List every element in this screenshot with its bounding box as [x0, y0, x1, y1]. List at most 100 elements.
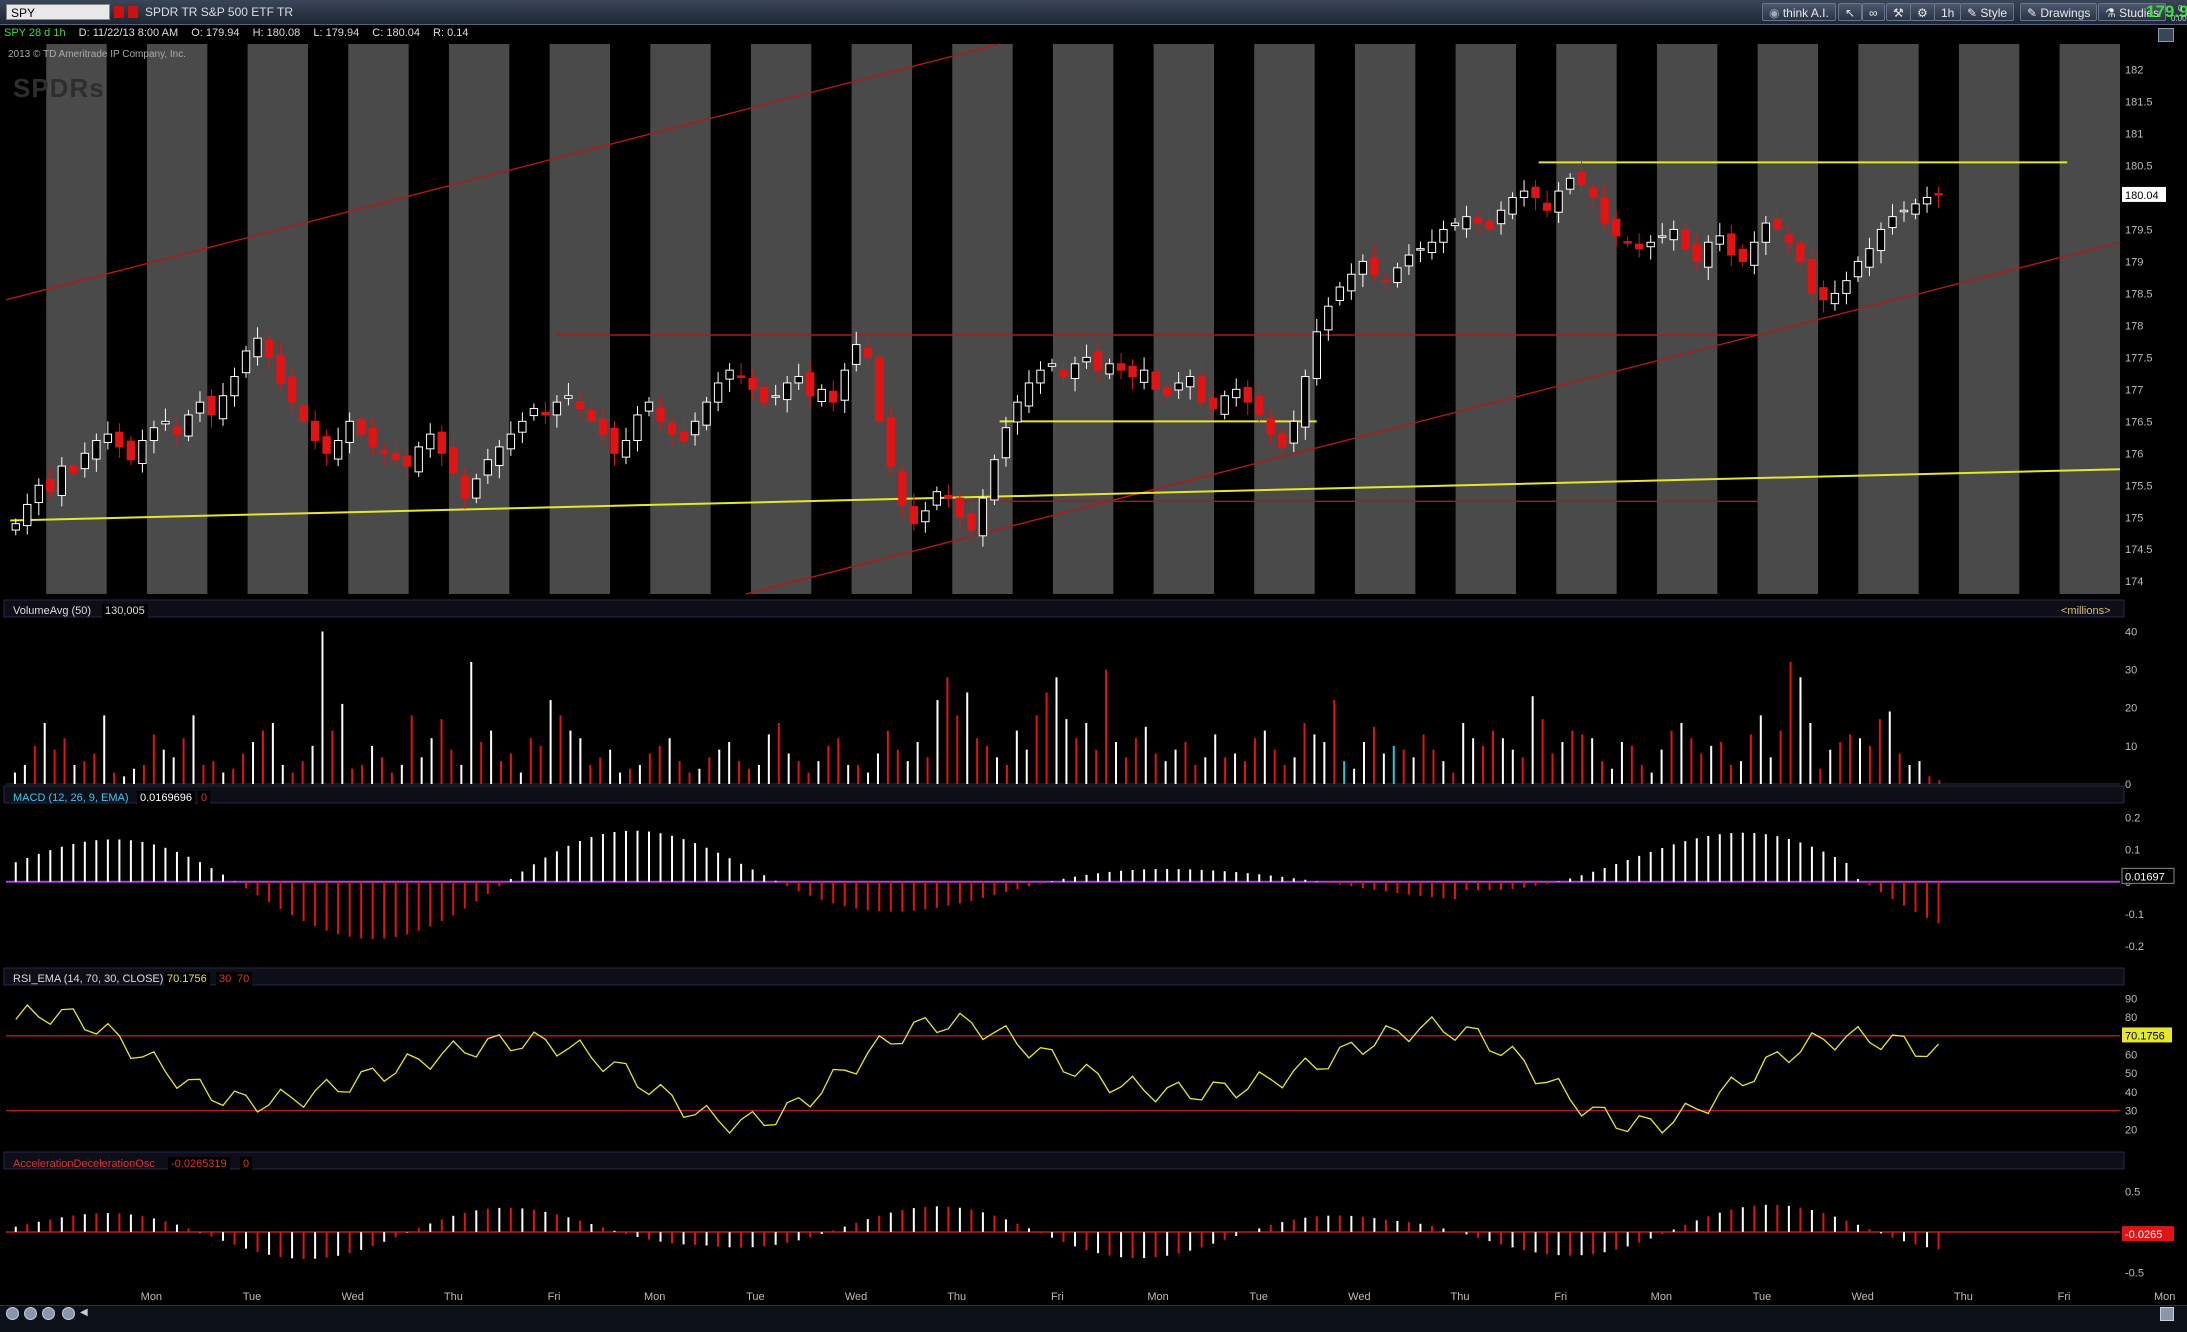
session-band — [1354, 44, 1416, 594]
candle-body — [1439, 228, 1448, 243]
rsi-study-value: 70.1756 — [164, 972, 210, 986]
candle-body — [253, 337, 262, 358]
candle-body — [1531, 186, 1540, 198]
candle-body — [725, 369, 734, 380]
volume-axis-tick: 10 — [2125, 741, 2137, 753]
price-axis-tick: 174 — [2125, 576, 2143, 588]
day-axis-label: Thu — [444, 1291, 463, 1303]
price-tag-text: 180.04 — [2125, 190, 2159, 202]
candle-body — [1312, 331, 1321, 379]
day-axis-label: Tue — [1753, 1291, 1772, 1303]
candle-body — [656, 407, 665, 422]
candle-body — [1139, 369, 1149, 383]
candle-body — [1588, 188, 1598, 198]
candle-body — [1162, 386, 1172, 397]
candle-body — [921, 510, 930, 523]
expand-icon[interactable] — [2160, 1307, 2174, 1321]
candle-body — [495, 446, 504, 466]
zoom-in-icon[interactable] — [24, 1307, 37, 1320]
chart-canvas[interactable]: 174 174.5 175 175.5 176 176.5 177 177.5 178 178.5… — [0, 0, 2187, 1331]
volume-axis-tick: 40 — [2125, 626, 2137, 638]
candle-body — [1496, 209, 1506, 225]
macd-extra-value: 0 — [198, 791, 211, 805]
candle-body — [1577, 172, 1586, 186]
candle-body — [472, 478, 481, 499]
session-band — [1153, 44, 1214, 594]
candle-body — [1105, 363, 1114, 375]
price-axis-tick: 178 — [2125, 320, 2143, 332]
candle-body — [276, 354, 285, 384]
day-axis-label: Mon — [1651, 1291, 1672, 1303]
ado-study-label[interactable]: AccelerationDecelerationOsc — [10, 1157, 158, 1171]
candle-body — [1669, 228, 1678, 241]
pan-icon[interactable] — [6, 1307, 19, 1320]
candle-body — [218, 395, 228, 420]
candle-body — [1416, 248, 1425, 251]
candle-body — [782, 382, 792, 401]
candle-body — [1853, 260, 1863, 278]
macd-study-label[interactable]: MACD (12, 26, 9, EMA) — [10, 791, 132, 805]
session-band — [46, 44, 107, 594]
candle-body — [1462, 216, 1471, 230]
candle-body — [690, 420, 700, 436]
day-axis-label: Tue — [1249, 1291, 1268, 1303]
candle-body — [1393, 267, 1402, 284]
candle-body — [1692, 244, 1701, 262]
session-band — [1052, 44, 1114, 594]
candle-body — [1473, 218, 1483, 224]
candle-body — [380, 450, 389, 454]
candle-body — [1784, 234, 1794, 243]
candle-body — [46, 479, 55, 493]
candle-body — [564, 395, 573, 399]
volume-study-label[interactable]: VolumeAvg (50) — [10, 604, 94, 618]
candle-body — [1934, 193, 1943, 196]
scroll-left-icon[interactable]: ◀ — [80, 1307, 88, 1319]
candle-body — [1600, 196, 1609, 224]
candle-body — [1565, 177, 1575, 190]
zoom-icon[interactable] — [42, 1307, 55, 1320]
candle-body — [149, 427, 159, 442]
session-band — [2059, 44, 2120, 594]
day-axis-label: Fri — [548, 1291, 561, 1303]
panel-header-strip — [3, 785, 2125, 804]
ado-axis-tick: -0.5 — [2125, 1267, 2144, 1279]
day-axis-label: Mon — [1147, 1291, 1168, 1303]
reset-icon[interactable] — [62, 1307, 75, 1320]
candle-body — [817, 388, 826, 403]
candle-body — [1047, 363, 1057, 367]
rsi-axis-tick: 90 — [2125, 993, 2137, 1005]
session-band — [1656, 44, 1718, 594]
candle-body — [1704, 241, 1713, 268]
candle-body — [886, 416, 895, 467]
candle-body — [230, 376, 239, 397]
candle-body — [863, 347, 872, 358]
candle-body — [1738, 248, 1748, 262]
candle-body — [736, 375, 746, 378]
candle-body — [1796, 243, 1805, 262]
day-axis-label: Tue — [243, 1291, 262, 1303]
ado-tag-text: -0.0265 — [2125, 1229, 2162, 1241]
candle-body — [161, 420, 170, 425]
rsi-study-label[interactable]: RSI_EMA (14, 70, 30, CLOSE) — [10, 972, 166, 986]
session-band — [851, 44, 912, 594]
candle-body — [1024, 382, 1034, 407]
copyright-text: 2013 © TD Ameritrade IP Company, Inc. — [8, 49, 187, 60]
candle-body — [1658, 235, 1667, 238]
candle-body — [967, 512, 976, 531]
chart-settings-corner-icon[interactable] — [2158, 28, 2174, 42]
candle-body — [771, 395, 780, 398]
day-axis-label: Thu — [1954, 1291, 1973, 1303]
session-band — [448, 44, 510, 594]
candle-body — [1289, 420, 1298, 444]
day-axis-label: Wed — [1348, 1291, 1370, 1303]
volume-axis-tick: 20 — [2125, 703, 2137, 715]
candle-body — [840, 369, 849, 401]
candle-body — [944, 495, 953, 499]
bottom-status-bar — [0, 1305, 2187, 1332]
candle-body — [57, 465, 66, 497]
candle-body — [207, 395, 216, 416]
candle-body — [679, 431, 688, 442]
candle-body — [1761, 222, 1771, 243]
volume-axis-tick: 0 — [2125, 779, 2131, 791]
candle-body — [34, 484, 43, 504]
